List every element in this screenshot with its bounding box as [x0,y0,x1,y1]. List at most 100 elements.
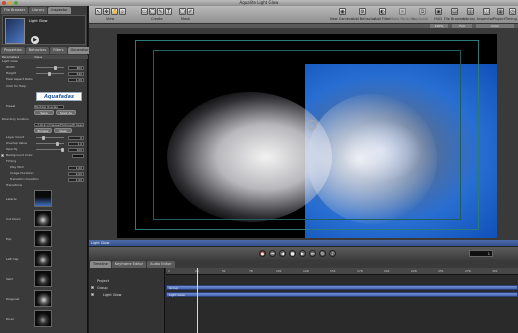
transition-thumbnail[interactable] [34,210,52,227]
preset-select[interactable]: Multiple Overlap [34,104,64,109]
background-color-checkbox[interactable] [1,154,4,157]
layer-row[interactable]: Project [89,278,165,284]
bezier-tool-icon[interactable]: ✎ [157,8,164,15]
transition-thumbnail[interactable] [34,270,52,287]
filter-icon[interactable]: ◐ [379,8,386,15]
preset-save-as-button[interactable]: Save As [56,110,76,115]
go-to-start-icon[interactable]: ⏮ [269,250,276,257]
tab-library[interactable]: Library [29,7,48,14]
transition-row[interactable]: Diver [0,309,88,329]
play-icon[interactable]: ▶ [299,250,306,257]
timing-icon[interactable]: ◷ [509,8,516,15]
preset-save-button[interactable]: Save [34,110,54,115]
stop-icon[interactable]: ■ [289,250,296,257]
layer-enable-checkbox[interactable] [91,293,94,296]
tab-filters[interactable]: Filters [50,47,67,54]
text-tool-icon[interactable]: T [165,8,172,15]
transition-row[interactable]: Pop [0,229,88,249]
pan-tool-icon[interactable]: ✋ [111,8,118,15]
transition-label: Lateral [6,197,17,201]
transition-thumbnail[interactable] [34,290,52,307]
param-opacity: Opacity 100 [0,147,88,152]
project-icon[interactable]: ▦ [497,8,504,15]
transition-thumbnail[interactable] [34,230,52,247]
layer-row[interactable]: Light Glow [89,292,165,298]
transition-thumbnail[interactable] [34,310,52,327]
transition-row[interactable]: Left Cap [0,249,88,269]
tab-timeline[interactable]: Timeline [90,261,111,268]
anchor-point-icon[interactable] [307,120,317,130]
layer-count-slider[interactable] [36,135,64,140]
width-slider[interactable] [36,65,64,70]
zoom-tool-icon[interactable]: ⌕ [119,8,126,15]
particles-icon[interactable]: ✶ [399,8,406,15]
timeline-playhead[interactable] [197,268,198,333]
library-icon[interactable]: ▥ [467,8,474,15]
toolbar-label-timing: Timing [505,17,517,21]
circle-tool-icon[interactable]: ◯ [149,8,156,15]
layers-list: Project Group Light Glow [89,268,165,333]
file-browser-icon[interactable]: ▤ [451,8,458,15]
hud-icon[interactable]: ▣ [435,8,442,15]
select-tool-icon[interactable]: ↖ [95,8,102,15]
height-slider[interactable] [36,71,64,76]
mask-rect-tool-icon[interactable]: ▢ [179,8,186,15]
transform-tool-icon[interactable]: ✥ [103,8,110,15]
transition-row[interactable]: Cut Down [0,209,88,229]
behavior-icon[interactable]: ⚙ [359,8,366,15]
inspector-icon[interactable]: ⓘ [483,8,490,15]
image-duration-label: Image Duration [10,171,34,175]
transition-thumbnail[interactable] [34,250,52,267]
replicate-icon[interactable]: ⧉ [419,8,426,15]
layer-row[interactable]: Group [89,285,165,291]
overlap-field[interactable]: 1.0 [68,141,84,146]
preset-label: Preset [6,104,16,108]
action-safe-guide [153,50,461,220]
audio-icon[interactable]: ♪ [329,250,336,257]
record-icon[interactable]: ● [259,250,266,257]
rectangle-tool-icon[interactable]: ▭ [141,8,148,15]
pixel-aspect-field[interactable]: 1.00 [68,77,84,82]
tab-inspector[interactable]: Inspector [48,7,71,14]
transition-row[interactable]: Diagonal [0,289,88,309]
directory-field[interactable]: ~/Library/Images/Photoswift Open Vids [34,122,84,127]
timing-section[interactable]: Timing [0,159,88,164]
preset-row: Preset Multiple Overlap [0,104,88,109]
transition-duration-field[interactable]: 1.00 [68,177,84,182]
tab-generator[interactable]: Generator [67,47,92,54]
transition-row[interactable]: Lateral [0,189,88,209]
tab-audio-editor[interactable]: Audio Editor [147,261,175,268]
height-field[interactable]: 540 [68,71,84,76]
preview-play-button[interactable]: ▶ [31,36,39,44]
layer-enable-checkbox[interactable] [91,286,94,289]
mask-bezier-tool-icon[interactable]: ✐ [187,8,194,15]
play-backward-icon[interactable]: ◀ [279,250,286,257]
light-glow-section[interactable]: Light Glow [0,59,88,64]
current-frame-field[interactable]: 1 [469,250,493,257]
timeline-track-bar[interactable]: Light Glow [166,292,518,297]
timeline-ruler[interactable]: 1 26 51 76 101 126 151 176 201 226 251 2… [166,268,518,275]
canvas-viewport[interactable] [117,34,497,238]
layer-count-field[interactable]: 6 [68,135,84,140]
background-color-swatch[interactable] [72,153,84,158]
width-field[interactable]: 960 [68,65,84,70]
aquafadas-logo[interactable]: Aquafadas [36,92,82,101]
transition-thumbnail[interactable] [34,190,52,207]
tab-properties[interactable]: Properties [1,47,25,54]
tab-behaviors[interactable]: Behaviors [25,47,50,54]
tab-keyframe-editor[interactable]: Keyframe Editor [111,261,147,268]
overlap-slider[interactable] [36,141,64,146]
browse-button[interactable]: Browse [34,128,52,133]
timeline-track-bar[interactable]: Group [166,285,518,290]
tab-file-browser[interactable]: File Browser [1,7,29,14]
image-duration-field[interactable]: 4.00 [68,171,84,176]
loop-icon[interactable]: ↻ [319,250,326,257]
opacity-slider[interactable] [36,147,64,152]
go-to-end-icon[interactable]: ⏭ [309,250,316,257]
transitions-section[interactable]: Transitions [0,183,88,188]
opacity-field[interactable]: 100 [68,147,84,152]
clear-button[interactable]: Clear [54,128,72,133]
camera-icon[interactable]: ◉ [339,8,346,15]
play-mod-field[interactable]: 1.00 [68,165,84,170]
transition-row[interactable]: Swirl [0,269,88,289]
